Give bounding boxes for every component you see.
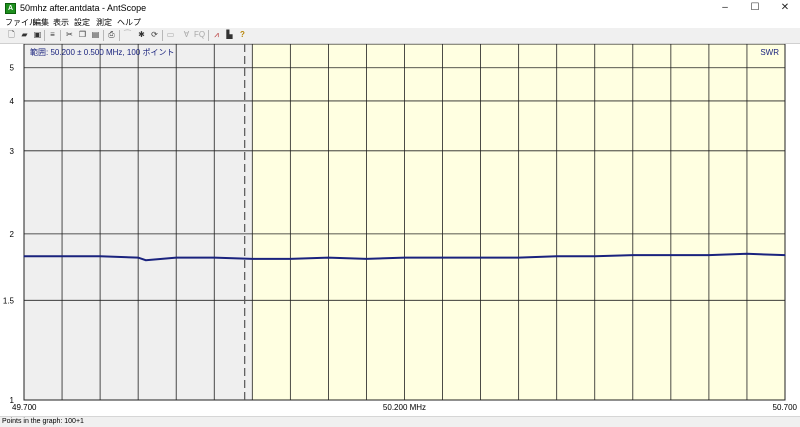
swr-data-point [441,257,444,259]
title-bar: A 50mhz after.antdata - AntScope – ☐ ✕ [0,0,800,18]
swr-graph-icon[interactable]: ⩘ [211,29,222,40]
swr-data-point [251,258,253,260]
swr-chart[interactable]: 11.5234549.700 50.200 MHz 50.700範囲: 50.200… [0,43,800,416]
swr-data-point [61,255,63,257]
close-button[interactable]: ✕ [770,0,800,17]
swr-data-point [289,258,291,260]
swr-data-point [145,259,147,261]
new-file-icon[interactable]: 🗋 [6,29,17,40]
swr-data-point [594,255,596,257]
y-tick-label: 4 [10,97,15,106]
help-icon[interactable]: ? [237,29,248,40]
swr-data-point [784,254,786,256]
swr-data-point [365,258,368,260]
antscope-app-icon: A [5,3,16,14]
refresh-icon[interactable]: ⟳ [149,29,160,40]
menu-settings[interactable]: 設定 [74,17,90,28]
paste-icon[interactable]: ▤ [90,29,101,40]
toolbar-separator [208,30,209,41]
print-icon[interactable]: ⎙ [106,29,117,40]
menu-edit[interactable]: 編集 [33,17,49,28]
parameter-label: SWR [760,48,779,57]
menu-bar: ファイル 編集 表示 設定 測定 ヘルプ [0,17,800,28]
swr-data-point [746,253,748,255]
toolbar-separator [119,30,120,41]
menu-view[interactable]: 表示 [53,17,69,28]
toolbar-separator [44,30,45,41]
scan-icon[interactable]: ✱ [136,29,147,40]
swr-data-point [670,254,672,256]
swr-data-point [708,254,710,256]
cut-icon[interactable]: ✂ [64,29,75,40]
maximize-button[interactable]: ☐ [740,0,770,17]
swr-data-point [403,257,406,259]
range-icon[interactable]: ▭ [165,29,176,40]
swr-data-point [23,255,25,257]
window-title: 50mhz after.antdata - AntScope [20,3,147,13]
swr-data-point [137,257,139,259]
swr-data-point [556,255,558,257]
swr-data-point [175,257,177,259]
swr-data-point [480,257,482,259]
status-bar: Points in the graph: 100+1 [0,416,800,427]
swr-data-point [327,257,329,259]
y-tick-label: 3 [10,147,15,156]
y-tick-label: 5 [10,64,15,73]
open-folder-icon[interactable]: ▰ [19,29,30,40]
smooth-icon[interactable]: ⁀ [122,29,133,40]
menu-help[interactable]: ヘルプ [117,17,141,28]
y-tick-label: 1.5 [3,296,15,305]
swr-data-point [632,254,634,256]
x-tick-label: 49.700 [12,403,37,412]
swr-data-point [213,257,215,259]
find-icon[interactable]: FQ [194,29,205,40]
properties-icon[interactable]: ≡ [47,29,58,40]
toolbar-separator [60,30,61,41]
minimize-button[interactable]: – [710,0,740,17]
swr-data-point [518,257,520,259]
x-tick-label: 50.200 MHz [383,403,426,412]
graph-panel: 1 1.5 2 3 4 5 49.700 50.200 MHz 50.700 範囲: 50.200… [0,43,800,416]
toolbar-separator [162,30,163,41]
copy-icon[interactable]: ❐ [77,29,88,40]
y-tick-label: 2 [10,230,15,239]
save-icon[interactable]: ▣ [32,29,43,40]
menu-measure[interactable]: 測定 [96,17,112,28]
chart-icon[interactable]: ▙ [224,29,235,40]
x-tick-label: 50.700 [773,403,798,412]
range-info-text: 範囲: 50.200 ± 0.500 MHz, 100 ポイント [30,47,174,57]
toolbar: 🗋 ▰ ▣ ≡ ✂ ❐ ▤ ⎙ ⁀ ✱ ⟳ ▭ ∀ FQ ⩘ ▙? [0,28,800,44]
filter-icon[interactable]: ∀ [181,29,192,40]
swr-data-point [99,255,101,257]
toolbar-separator [103,30,104,41]
